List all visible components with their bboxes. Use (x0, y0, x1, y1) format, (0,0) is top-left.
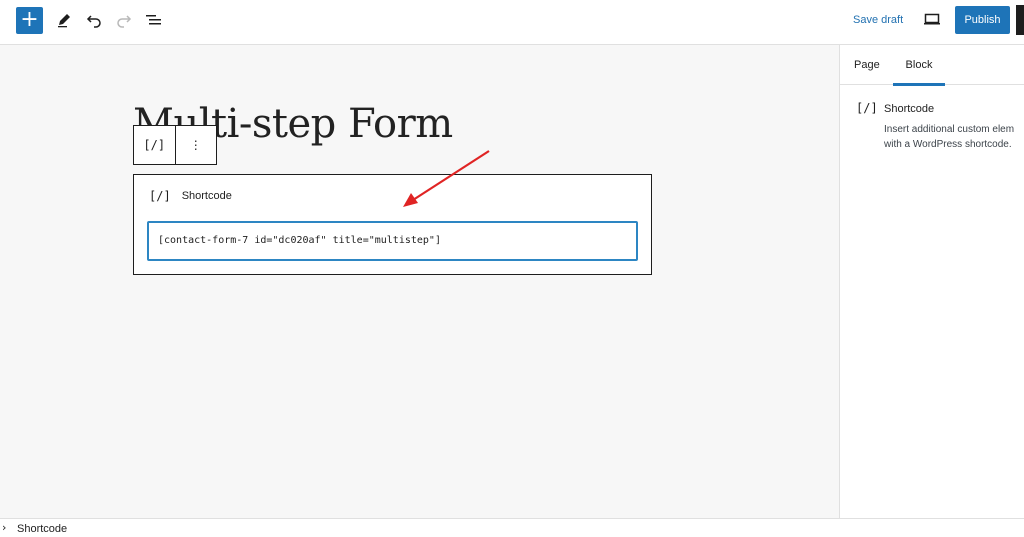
add-block-button[interactable]: + (16, 7, 43, 34)
undo-icon[interactable] (84, 10, 104, 30)
block-card-title: Shortcode (884, 103, 935, 115)
publish-button[interactable]: Publish (955, 6, 1010, 34)
shortcode-block[interactable]: [/] Shortcode [contact-form-7 id="dc020a… (133, 174, 652, 275)
settings-sidebar: Page Block [/] Shortcode Insert addition… (839, 45, 1024, 518)
block-options-button[interactable]: ⋮ (174, 126, 217, 164)
breadcrumb-item-shortcode[interactable]: Shortcode (17, 523, 67, 535)
block-breadcrumb-bar: › Shortcode (0, 518, 1024, 537)
editor-canvas: Multi-step Form [/] ⋮ [/] Shortcode [con… (0, 45, 839, 518)
shortcode-icon: [/] (149, 189, 171, 203)
block-toolbar: [/] ⋮ (133, 125, 217, 165)
sidebar-tabs: Page Block (840, 45, 1024, 86)
save-draft-button[interactable]: Save draft (853, 14, 903, 26)
redo-icon[interactable] (114, 10, 134, 30)
shortcode-transform-button[interactable]: [/] (134, 126, 175, 164)
desktop-preview-icon[interactable] (923, 11, 943, 31)
tab-page[interactable]: Page (854, 45, 880, 85)
tab-block[interactable]: Block (893, 45, 945, 86)
pencil-icon[interactable] (54, 10, 74, 30)
editor-top-toolbar: + Save draft Publish (0, 0, 1024, 45)
shortcode-icon: [/] (856, 101, 878, 115)
settings-button[interactable] (1016, 5, 1024, 35)
shortcode-input[interactable]: [contact-form-7 id="dc020af" title="mult… (147, 221, 638, 261)
block-card-description-line: with a WordPress shortcode. (884, 139, 1012, 150)
shortcode-block-header: [/] Shortcode (149, 189, 232, 203)
chevron-right-icon: › (2, 521, 7, 534)
block-card-description-line: Insert additional custom elem (884, 124, 1015, 135)
shortcode-block-label: Shortcode (181, 190, 232, 202)
list-view-icon[interactable] (144, 10, 164, 30)
block-card-description: Insert additional custom elem with a Wor… (884, 122, 1024, 152)
